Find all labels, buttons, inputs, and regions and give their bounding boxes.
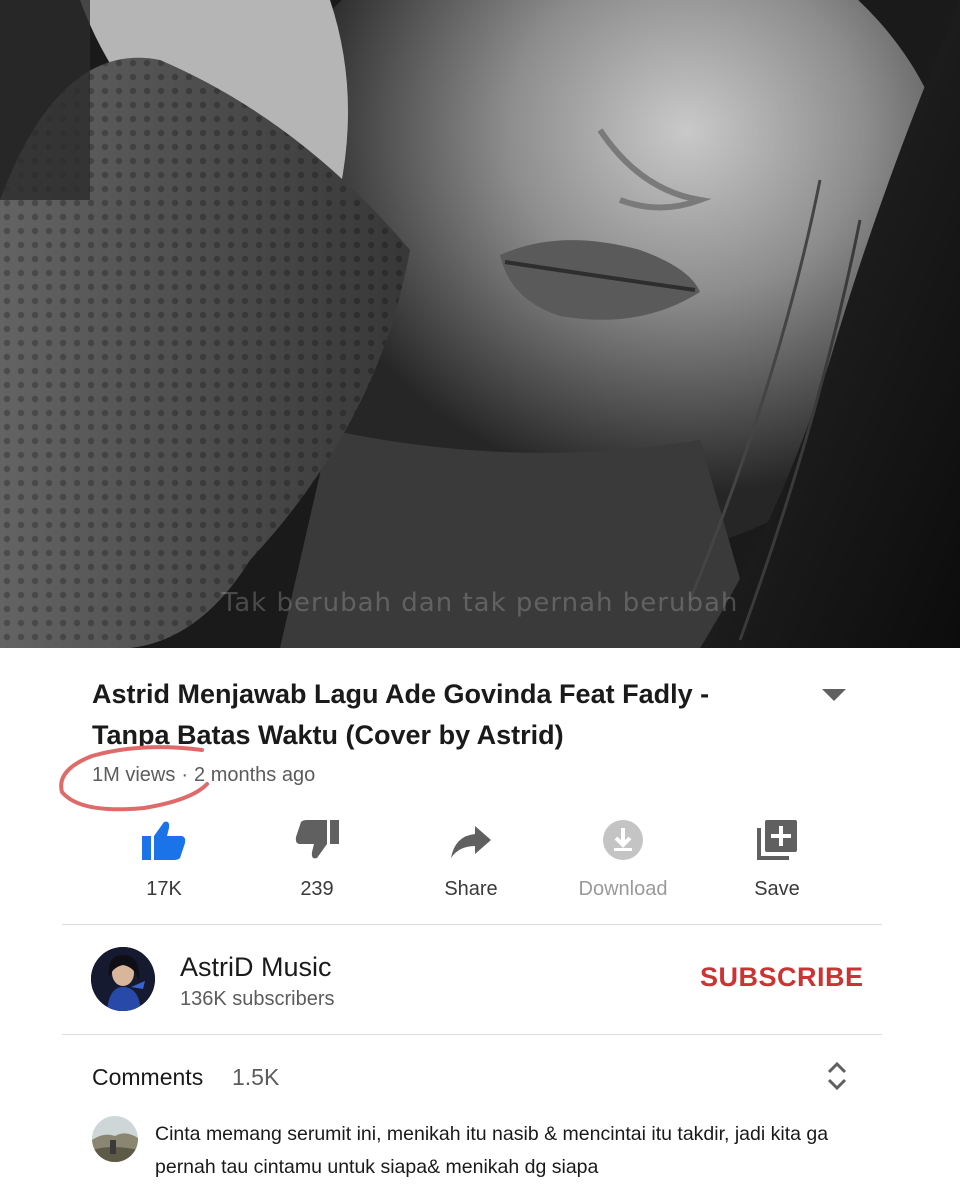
meta-separator: ·: [181, 764, 189, 786]
video-frame-image: [0, 0, 960, 648]
download-button[interactable]: Download: [558, 812, 688, 902]
video-meta: 1M views · 2 months ago: [92, 764, 315, 787]
upload-age: 2 months ago: [194, 764, 316, 786]
like-count: 17K: [146, 878, 182, 900]
save-label: Save: [754, 878, 800, 900]
like-button[interactable]: 17K: [99, 812, 229, 902]
expand-description-icon[interactable]: [820, 686, 848, 704]
channel-avatar[interactable]: [91, 947, 155, 1011]
action-bar: 17K 239 Share Download Save: [0, 812, 960, 902]
add-to-playlist-icon: [757, 820, 797, 860]
view-count: 1M views: [92, 764, 176, 786]
divider: [62, 924, 882, 925]
comments-count: 1.5K: [232, 1064, 280, 1090]
dislike-count: 239: [300, 878, 334, 900]
expand-comments-icon[interactable]: [822, 1058, 852, 1094]
channel-avatar-image: [91, 947, 155, 1011]
divider: [62, 1034, 882, 1035]
share-button[interactable]: Share: [406, 812, 536, 902]
share-label: Share: [444, 878, 498, 900]
top-comment-text: Cinta memang serumit ini, menikah itu na…: [155, 1123, 829, 1178]
video-player[interactable]: Tak berubah dan tak pernah berubah: [0, 0, 960, 648]
download-label: Download: [578, 878, 668, 900]
subscriber-count: 136K subscribers: [180, 988, 335, 1010]
subscribe-button[interactable]: SUBSCRIBE: [700, 962, 864, 993]
thumbs-down-icon: [295, 820, 339, 859]
commenter-avatar[interactable]: [92, 1116, 138, 1162]
share-arrow-icon: [451, 826, 491, 858]
video-subtitle: Tak berubah dan tak pernah berubah: [221, 588, 739, 618]
comments-label[interactable]: Comments: [92, 1064, 203, 1091]
thumbs-up-icon: [142, 821, 186, 860]
commenter-avatar-image: [92, 1116, 138, 1162]
dislike-button[interactable]: 239: [252, 812, 382, 902]
video-title: Astrid Menjawab Lagu Ade Govinda Feat Fa…: [92, 679, 710, 750]
save-button[interactable]: Save: [712, 812, 842, 902]
download-icon: [603, 820, 643, 860]
channel-name[interactable]: AstriD Music: [180, 952, 332, 983]
